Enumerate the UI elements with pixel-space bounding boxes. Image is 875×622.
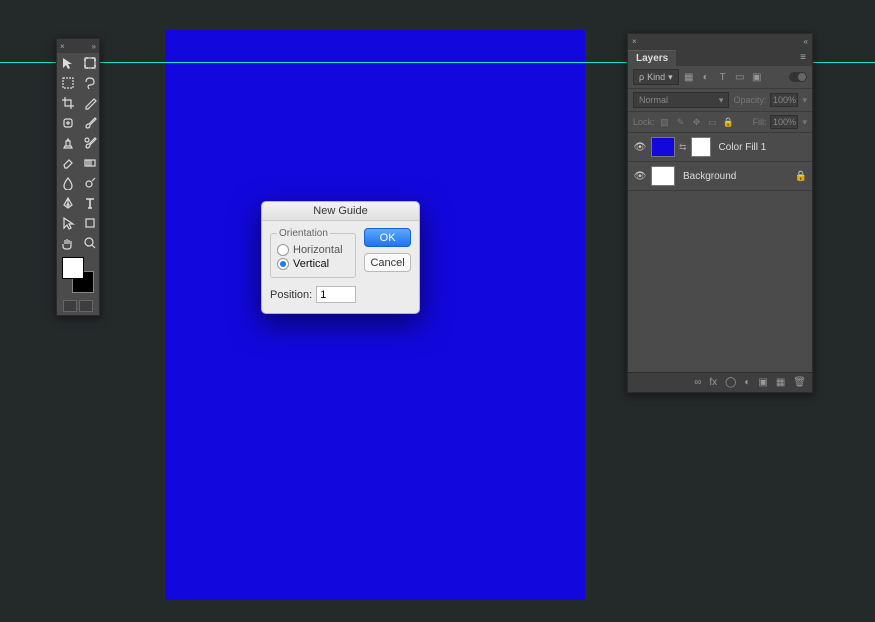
tools-panel-header[interactable]: × »: [57, 39, 99, 53]
lock-artboard-icon[interactable]: ▭: [707, 116, 719, 128]
lasso-tool[interactable]: [79, 73, 101, 93]
panel-close-icon[interactable]: ×: [632, 37, 637, 46]
layer-row[interactable]: 👁 ⇆ Color Fill 1: [628, 133, 812, 162]
radio-icon: [277, 244, 289, 256]
layers-panel: × « Layers ≡ ρKind▾ ▦ ◐ T ▭ ▣ Normal▾ Op…: [627, 33, 813, 393]
orientation-legend: Orientation: [277, 228, 330, 239]
layer-name[interactable]: Background: [683, 171, 736, 182]
radio-icon: [277, 258, 289, 270]
panel-expand-icon[interactable]: »: [92, 42, 96, 51]
history-brush-tool[interactable]: [79, 133, 101, 153]
eraser-tool[interactable]: [57, 153, 79, 173]
layers-footer: ∞ fx ◯ ◐ ▣ ▦ 🗑: [628, 372, 812, 392]
panel-collapse-icon[interactable]: «: [804, 37, 808, 46]
new-guide-dialog: New Guide Orientation Horizontal Vertica…: [261, 201, 420, 314]
fill-field[interactable]: 100%: [770, 115, 798, 129]
ok-button[interactable]: OK: [364, 228, 411, 247]
filter-smart-icon[interactable]: ▣: [750, 70, 764, 84]
blend-mode-select[interactable]: Normal▾: [633, 92, 729, 108]
tools-panel: × »: [56, 38, 100, 316]
filter-adjust-icon[interactable]: ◐: [699, 70, 713, 84]
visibility-toggle-icon[interactable]: 👁: [633, 142, 647, 153]
layer-thumbnail[interactable]: [651, 166, 675, 186]
hand-tool[interactable]: [57, 233, 79, 253]
link-layers-icon[interactable]: ∞: [694, 377, 701, 388]
radio-label: Horizontal: [293, 244, 343, 256]
screen-mode-toggle[interactable]: [79, 300, 93, 312]
opacity-field[interactable]: 100%: [770, 93, 798, 107]
move-tool[interactable]: [57, 53, 79, 73]
lock-position-icon[interactable]: ✥: [691, 116, 703, 128]
orientation-vertical-radio[interactable]: Vertical: [277, 257, 349, 271]
adjustment-layer-icon[interactable]: ◐: [744, 377, 750, 388]
clone-stamp-tool[interactable]: [57, 133, 79, 153]
shape-tool[interactable]: [79, 213, 101, 233]
layers-panel-header[interactable]: × «: [628, 34, 812, 48]
crop-tool[interactable]: [57, 93, 79, 113]
new-group-icon[interactable]: ▣: [758, 377, 767, 388]
lock-pixels-icon[interactable]: ✎: [675, 116, 687, 128]
layer-filter-row: ρKind▾ ▦ ◐ T ▭ ▣: [628, 66, 812, 89]
add-mask-icon[interactable]: ◯: [725, 377, 736, 388]
layers-list: 👁 ⇆ Color Fill 1 👁 Background 🔒: [628, 133, 812, 372]
dialog-title: New Guide: [262, 202, 419, 221]
quick-mask-toggle[interactable]: [63, 300, 77, 312]
cancel-button[interactable]: Cancel: [364, 253, 411, 272]
document-canvas[interactable]: [165, 30, 585, 600]
healing-brush-tool[interactable]: [57, 113, 79, 133]
filter-kind-select[interactable]: ρKind▾: [633, 69, 679, 85]
mask-link-icon[interactable]: ⇆: [679, 142, 687, 153]
blur-tool[interactable]: [57, 173, 79, 193]
marquee-tool[interactable]: [57, 73, 79, 93]
foreground-color-swatch[interactable]: [62, 257, 84, 279]
position-input[interactable]: [316, 286, 356, 303]
layer-name[interactable]: Color Fill 1: [719, 142, 767, 153]
panel-close-icon[interactable]: ×: [60, 42, 65, 51]
filter-type-icon[interactable]: T: [716, 70, 730, 84]
orientation-fieldset: Orientation Horizontal Vertical: [270, 228, 356, 278]
visibility-toggle-icon[interactable]: 👁: [633, 171, 647, 182]
radio-label: Vertical: [293, 258, 329, 270]
type-tool[interactable]: [79, 193, 101, 213]
zoom-tool[interactable]: [79, 233, 101, 253]
gradient-tool[interactable]: [79, 153, 101, 173]
path-selection-tool[interactable]: [57, 213, 79, 233]
filter-pixel-icon[interactable]: ▦: [682, 70, 696, 84]
dodge-tool[interactable]: [79, 173, 101, 193]
artboard-tool[interactable]: [79, 53, 101, 73]
lock-label: Lock:: [633, 117, 655, 127]
fill-dropdown-icon[interactable]: ▾: [802, 117, 807, 128]
filter-shape-icon[interactable]: ▭: [733, 70, 747, 84]
delete-layer-icon[interactable]: 🗑: [793, 377, 806, 388]
opacity-dropdown-icon[interactable]: ▾: [802, 95, 807, 106]
lock-transparency-icon[interactable]: ▨: [659, 116, 671, 128]
layer-mask-thumbnail[interactable]: [691, 137, 711, 157]
layers-tab[interactable]: Layers: [628, 50, 676, 66]
lock-icon: 🔒: [795, 171, 807, 182]
brush-tool[interactable]: [79, 113, 101, 133]
fill-label: Fill:: [752, 117, 766, 127]
new-layer-icon[interactable]: ▦: [776, 377, 785, 388]
color-swatches[interactable]: [60, 255, 96, 295]
filter-toggle[interactable]: [789, 72, 807, 82]
lock-all-icon[interactable]: 🔒: [723, 116, 735, 128]
eyedropper-tool[interactable]: [79, 93, 101, 113]
pen-tool[interactable]: [57, 193, 79, 213]
panel-menu-icon[interactable]: ≡: [794, 50, 812, 66]
layer-thumbnail[interactable]: [651, 137, 675, 157]
opacity-label: Opacity:: [733, 95, 766, 105]
layer-row[interactable]: 👁 Background 🔒: [628, 162, 812, 191]
position-label: Position:: [270, 289, 312, 301]
orientation-horizontal-radio[interactable]: Horizontal: [277, 243, 349, 257]
layer-fx-icon[interactable]: fx: [709, 377, 717, 388]
